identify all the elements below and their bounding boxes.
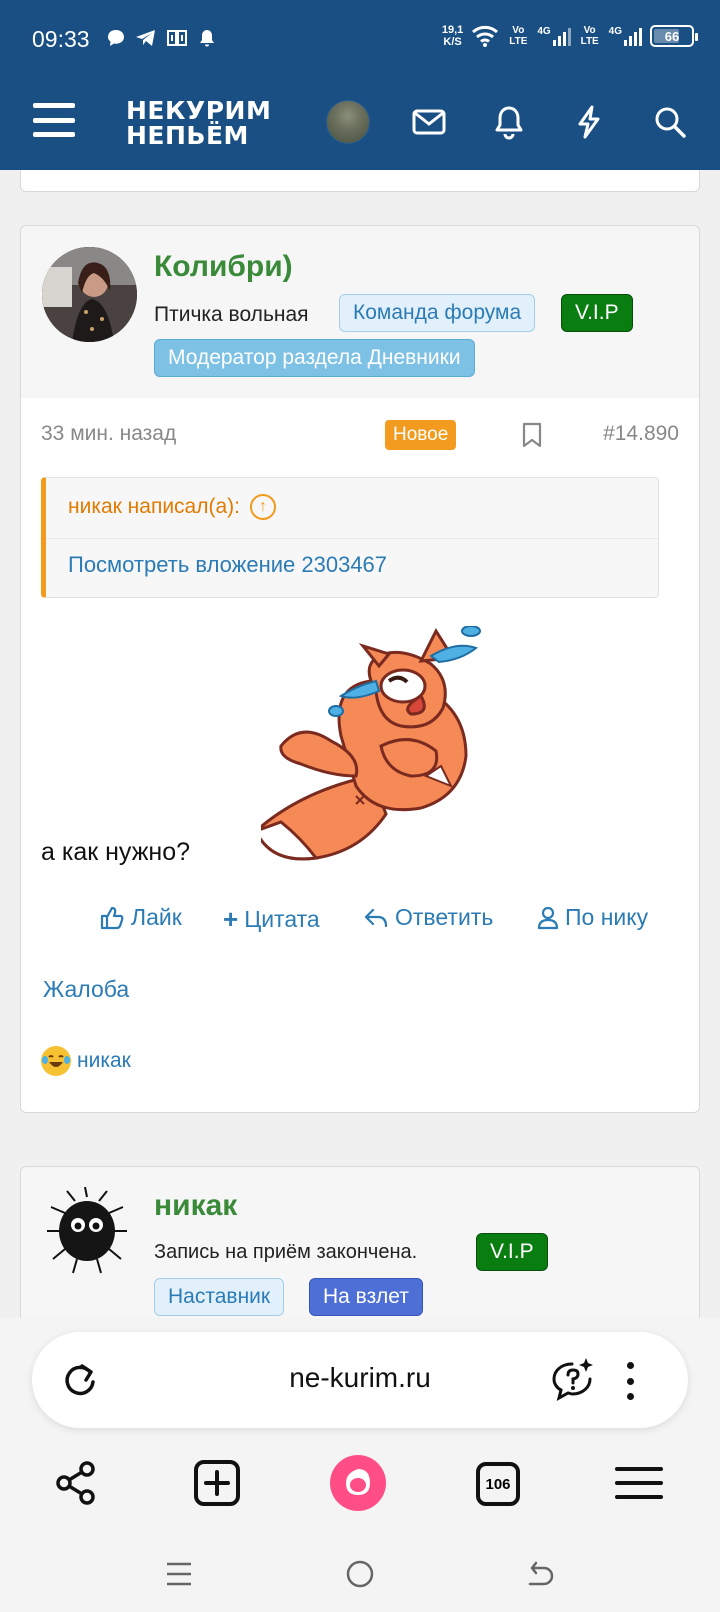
author-title: Птичка вольная [154, 303, 309, 326]
telegram-icon [136, 30, 155, 46]
badge-moderator: Модератор раздела Дневники [154, 339, 475, 377]
alice-icon[interactable] [330, 1455, 386, 1511]
recent-apps-icon[interactable] [163, 1558, 195, 1590]
address-bar[interactable]: ne-kurim.ru [32, 1332, 688, 1428]
ai-assistant-icon[interactable] [548, 1356, 596, 1404]
status-bar: 09:33 19,1 K/S Vo LTE 4G Vo LTE 4G 66 [0, 0, 720, 80]
browser-bottom-bar: ne-kurim.ru 106 [0, 1318, 720, 1612]
user-icon [537, 906, 559, 929]
reply-icon [364, 908, 388, 927]
author-avatar[interactable] [42, 247, 137, 342]
home-icon[interactable] [344, 1558, 376, 1590]
author-name[interactable]: никак [154, 1189, 237, 1223]
search-icon[interactable] [652, 104, 688, 140]
reaction-user[interactable]: никак [77, 1049, 131, 1073]
app-icon [167, 30, 187, 46]
thumbs-up-icon [100, 906, 124, 929]
forum-logo[interactable]: НЕКУРИМ НЕПЬЁМ [126, 98, 271, 148]
app-header: 09:33 19,1 K/S Vo LTE 4G Vo LTE 4G 66 НЕК… [0, 0, 720, 170]
signal-icon [552, 28, 571, 46]
wifi-icon [472, 25, 499, 47]
user-avatar[interactable] [326, 100, 370, 144]
badge-takeoff: На взлет [309, 1278, 423, 1316]
4g-indicator-2: 4G [609, 26, 642, 46]
next-post-card: никак Запись на приём закончена. V.I.P Н… [20, 1166, 700, 1320]
network-speed: 19,1 K/S [441, 24, 464, 48]
quote-author[interactable]: никак написал(а): [68, 495, 240, 519]
post-actions: Лайк + Цитата Ответить По нику [21, 904, 699, 944]
post-user-info: Колибри) Птичка вольная Команда форума V… [21, 226, 699, 398]
author-avatar[interactable] [45, 1187, 129, 1277]
by-nick-button[interactable]: По нику [537, 904, 648, 931]
bell-icon [200, 30, 214, 47]
bookmark-icon[interactable] [521, 422, 543, 448]
new-badge: Новое [385, 420, 457, 450]
laughing-emoji-icon [41, 1046, 71, 1076]
volte-indicator-2: Vo LTE [580, 25, 599, 47]
complaint-link[interactable]: Жалоба [43, 976, 129, 1003]
post-card: Колибри) Птичка вольная Команда форума V… [20, 225, 700, 1113]
crying-fox-sticker [261, 626, 481, 861]
tabs-icon[interactable]: 106 [476, 1462, 520, 1506]
author-name[interactable]: Колибри) [154, 250, 293, 284]
new-tab-icon[interactable] [192, 1458, 242, 1508]
status-time: 09:33 [32, 26, 90, 52]
reaction-summary[interactable]: никак [41, 1046, 131, 1076]
arrow-up-icon[interactable]: ↑ [250, 494, 276, 520]
signal-icon [624, 28, 642, 46]
back-icon[interactable] [524, 1558, 556, 1590]
thread-content[interactable]: Колибри) Птичка вольная Команда форума V… [0, 170, 720, 1320]
more-options-icon[interactable] [626, 1362, 634, 1400]
author-title: Запись на приём закончена. [154, 1241, 418, 1263]
previous-post-card [20, 170, 700, 192]
menu-icon[interactable] [614, 1458, 664, 1508]
attachment-link[interactable]: Посмотреть вложение 2303467 [68, 552, 387, 578]
post-number[interactable]: #14.890 [603, 422, 679, 446]
post-message: а как нужно? [41, 838, 191, 866]
menu-icon[interactable] [33, 103, 75, 137]
4g-indicator-1: 4G [537, 26, 571, 46]
badge-vip: V.I.P [476, 1233, 548, 1271]
post-time[interactable]: 33 мин. назад [41, 422, 176, 446]
battery-indicator: 66 [650, 25, 698, 47]
bell-icon[interactable] [491, 104, 527, 140]
mail-icon[interactable] [411, 104, 447, 140]
volte-indicator-1: Vo LTE [509, 25, 528, 47]
badge-vip: V.I.P [561, 294, 633, 332]
quote-block: никак написал(а): ↑ Посмотреть вложение … [41, 477, 659, 598]
chat-bubble-icon [108, 30, 124, 46]
bolt-icon[interactable] [571, 104, 607, 140]
badge-mentor: Наставник [154, 1278, 285, 1316]
share-icon[interactable] [52, 1458, 102, 1508]
like-button[interactable]: Лайк [99, 904, 182, 931]
reply-button[interactable]: Ответить [363, 904, 493, 931]
badge-forum-team: Команда форума [339, 294, 536, 332]
plus-icon: + [223, 904, 239, 934]
quote-button[interactable]: + Цитата [223, 904, 320, 935]
